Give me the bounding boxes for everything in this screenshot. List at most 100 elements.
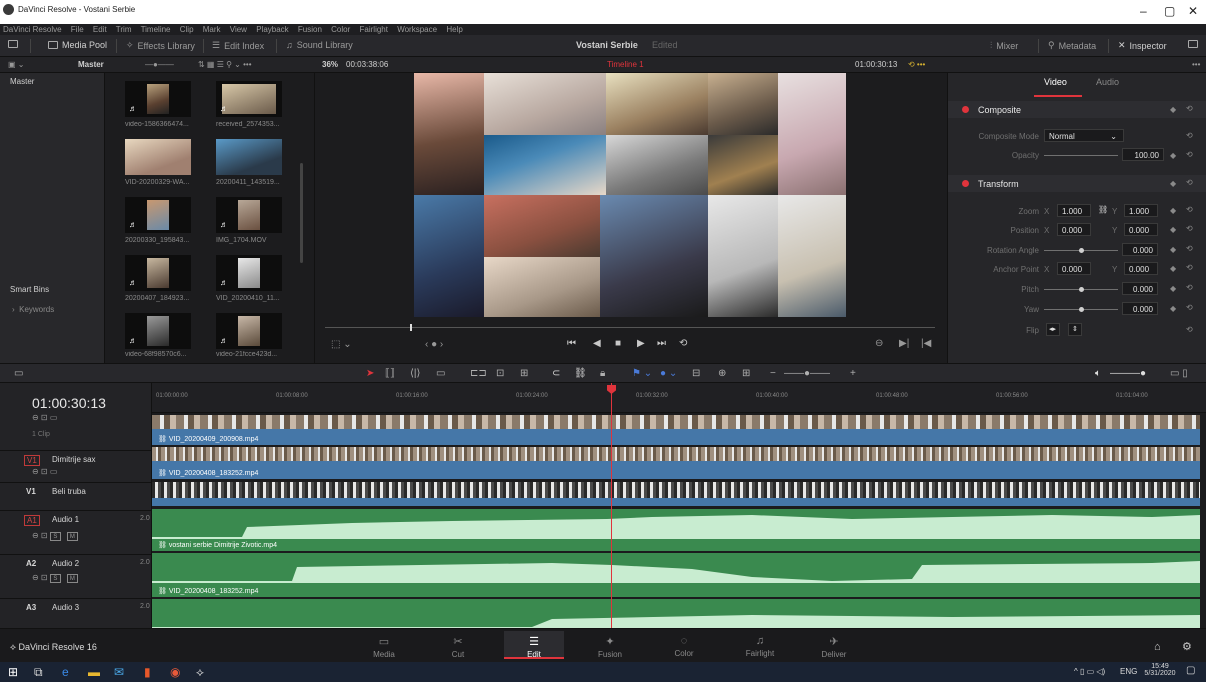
media-clip[interactable]: ♬ — [216, 255, 282, 291]
metadata-button[interactable]: ⚲ Metadata — [1048, 40, 1096, 51]
edit-index-button[interactable]: ☰ Edit Index — [212, 40, 264, 51]
video-clip[interactable] — [152, 482, 1200, 506]
media-clip[interactable]: ♬ — [216, 81, 282, 117]
viewer-scrubber[interactable] — [325, 327, 935, 328]
insert-clip-icon[interactable]: ⊏⊐ — [470, 368, 487, 379]
overwrite-clip-icon[interactable]: ⊡ — [496, 368, 504, 379]
menu-view[interactable]: View — [230, 25, 247, 34]
menu-fusion[interactable]: Fusion — [298, 25, 322, 34]
menu-mark[interactable]: Mark — [203, 25, 221, 34]
close-button[interactable]: ✕ — [1188, 4, 1198, 18]
track-id[interactable]: A2 — [24, 559, 38, 568]
viewer-zoom[interactable]: 36% — [322, 60, 338, 69]
media-pool-scrollbar[interactable] — [300, 163, 303, 263]
media-clip[interactable]: ♬ — [125, 255, 191, 291]
video-clip[interactable]: ⛓ VID_20200408_183252.mp4 — [152, 447, 1200, 479]
blade-tool-icon[interactable]: ▭ — [436, 368, 445, 379]
keywords-bin[interactable]: › Keywords — [12, 305, 54, 314]
menu-playback[interactable]: Playback — [256, 25, 288, 34]
playhead[interactable] — [611, 383, 612, 628]
audio-clip[interactable]: ⛓ vostani serbie Dimitrije Zivotic.mp4 — [152, 509, 1200, 551]
dynamic-trim-icon[interactable]: ⟨|⟩ — [410, 368, 420, 379]
tab-audio[interactable]: Audio — [1096, 77, 1119, 87]
zoom-full-icon[interactable]: ⊟ — [692, 368, 700, 379]
mark-in-icon[interactable]: ▶| — [899, 338, 909, 349]
menu-clip[interactable]: Clip — [180, 25, 194, 34]
media-clip[interactable]: ♬ — [216, 197, 282, 233]
mail-icon[interactable]: ✉ — [114, 665, 124, 679]
system-tray-icons[interactable]: ^ ▯ ▭ ◁) — [1074, 667, 1105, 676]
mute-button[interactable]: M — [66, 532, 78, 541]
thumbnail-slider[interactable]: —●—— — [145, 60, 174, 69]
reset-icon[interactable]: ⟲ — [1186, 283, 1193, 292]
composite-enable-toggle[interactable] — [962, 106, 969, 113]
timeline-ruler[interactable]: 01:00:00:00 01:00:08:00 01:00:16:00 01:0… — [152, 383, 1206, 413]
diamond-icon[interactable]: ◆ — [1170, 304, 1176, 313]
audio-meter-icon[interactable]: ▭ ▯ — [1170, 368, 1188, 379]
track-id[interactable]: V1 — [24, 487, 38, 496]
track-id[interactable]: V1 — [24, 455, 40, 466]
menu-file[interactable]: File — [71, 25, 84, 34]
resolve-taskbar-icon[interactable]: ⟡ — [196, 665, 204, 680]
menu-fairlight[interactable]: Fairlight — [360, 25, 388, 34]
page-cut[interactable]: ✂ Cut — [428, 635, 488, 659]
reset-icon[interactable]: ⟲ — [1186, 104, 1193, 113]
transform-section-header[interactable]: Transform ◆ ⟲ — [948, 175, 1206, 192]
tab-video[interactable]: Video — [1044, 77, 1067, 87]
mute-button[interactable]: M — [66, 574, 78, 583]
replace-clip-icon[interactable]: ⊞ — [520, 368, 528, 379]
view-mode-icons[interactable]: ⇅ ▦ ☰ ⚲ ⌄ ••• — [198, 60, 252, 69]
panel-collapse-icon[interactable] — [1188, 40, 1198, 48]
windows-start-icon[interactable]: ⊞ — [8, 665, 18, 679]
reset-icon[interactable]: ⟲ — [1186, 303, 1193, 312]
anchor-y-value[interactable]: 0.000 — [1124, 262, 1158, 275]
linked-selection-icon[interactable]: ⛓ — [574, 368, 587, 379]
reset-icon[interactable]: ⟲ — [1186, 325, 1193, 334]
play-reverse-button[interactable]: ◀ — [593, 338, 601, 349]
zoom-custom-icon[interactable]: ⊞ — [742, 368, 750, 379]
stop-button[interactable]: ■ — [615, 338, 621, 349]
inspector-options-icon[interactable]: ••• — [1192, 60, 1200, 69]
rotation-slider-knob[interactable] — [1079, 248, 1084, 253]
go-to-start-button[interactable]: ⏮ — [567, 338, 576, 349]
zoom-slider[interactable]: ——●—— — [784, 368, 830, 379]
audio-clip[interactable] — [152, 599, 1200, 628]
menu-edit[interactable]: Edit — [93, 25, 107, 34]
opacity-slider[interactable] — [1044, 155, 1118, 156]
diamond-icon[interactable]: ◆ — [1170, 179, 1176, 188]
timeline-view-options-icon[interactable]: ▭ — [14, 368, 23, 379]
match-frame-icon[interactable]: ⊖ — [875, 338, 883, 349]
file-explorer-icon[interactable]: ▬ — [88, 665, 100, 679]
flip-horizontal-icon[interactable]: ◂▸ — [1046, 323, 1060, 336]
yaw-value[interactable]: 0.000 — [1122, 302, 1158, 315]
go-to-end-button[interactable]: ⏭ — [657, 338, 666, 349]
media-clip[interactable]: ♬ — [216, 313, 282, 349]
position-lock-icon[interactable]: 🔒︎ — [600, 368, 605, 379]
menu-davinci[interactable]: DaVinci Resolve — [3, 25, 62, 34]
minimize-button[interactable]: – — [1140, 4, 1147, 18]
opacity-value[interactable]: 100.00 — [1122, 148, 1164, 161]
track-lock-controls[interactable]: ⊖ ⊡ ▭ — [32, 467, 57, 476]
anchor-x-value[interactable]: 0.000 — [1057, 262, 1091, 275]
diamond-icon[interactable]: ◆ — [1170, 245, 1176, 254]
edge-browser-icon[interactable]: e — [62, 665, 69, 679]
media-clip[interactable] — [216, 139, 282, 175]
track-lock-controls[interactable]: ⊖ ⊡ ▭ — [32, 413, 57, 422]
diamond-icon[interactable]: ◆ — [1170, 264, 1176, 273]
clock[interactable]: 15:49 5/31/2020 — [1143, 663, 1177, 677]
media-clip[interactable]: ♬ — [125, 313, 191, 349]
viewer-format-icon[interactable]: ⬚ ⌄ — [331, 339, 352, 350]
sync-icon[interactable]: ⟲ ••• — [908, 60, 925, 69]
link-icon[interactable]: ⛓ — [1098, 205, 1108, 214]
solo-button[interactable]: S — [49, 574, 61, 583]
marker-icon[interactable]: ● ⌄ — [660, 368, 677, 379]
media-clip[interactable] — [125, 139, 191, 175]
panel-toggle-icon[interactable] — [8, 40, 18, 48]
jog-control[interactable]: ‹ ● › — [425, 339, 443, 350]
volume-slider[interactable]: ———● — [1110, 368, 1146, 379]
page-fairlight[interactable]: ♫ Fairlight — [730, 635, 790, 658]
language-indicator[interactable]: ENG — [1120, 667, 1137, 676]
flag-icon[interactable]: ⚑ ⌄ — [632, 368, 652, 379]
diamond-icon[interactable]: ◆ — [1170, 151, 1176, 160]
reset-icon[interactable]: ⟲ — [1186, 131, 1193, 140]
